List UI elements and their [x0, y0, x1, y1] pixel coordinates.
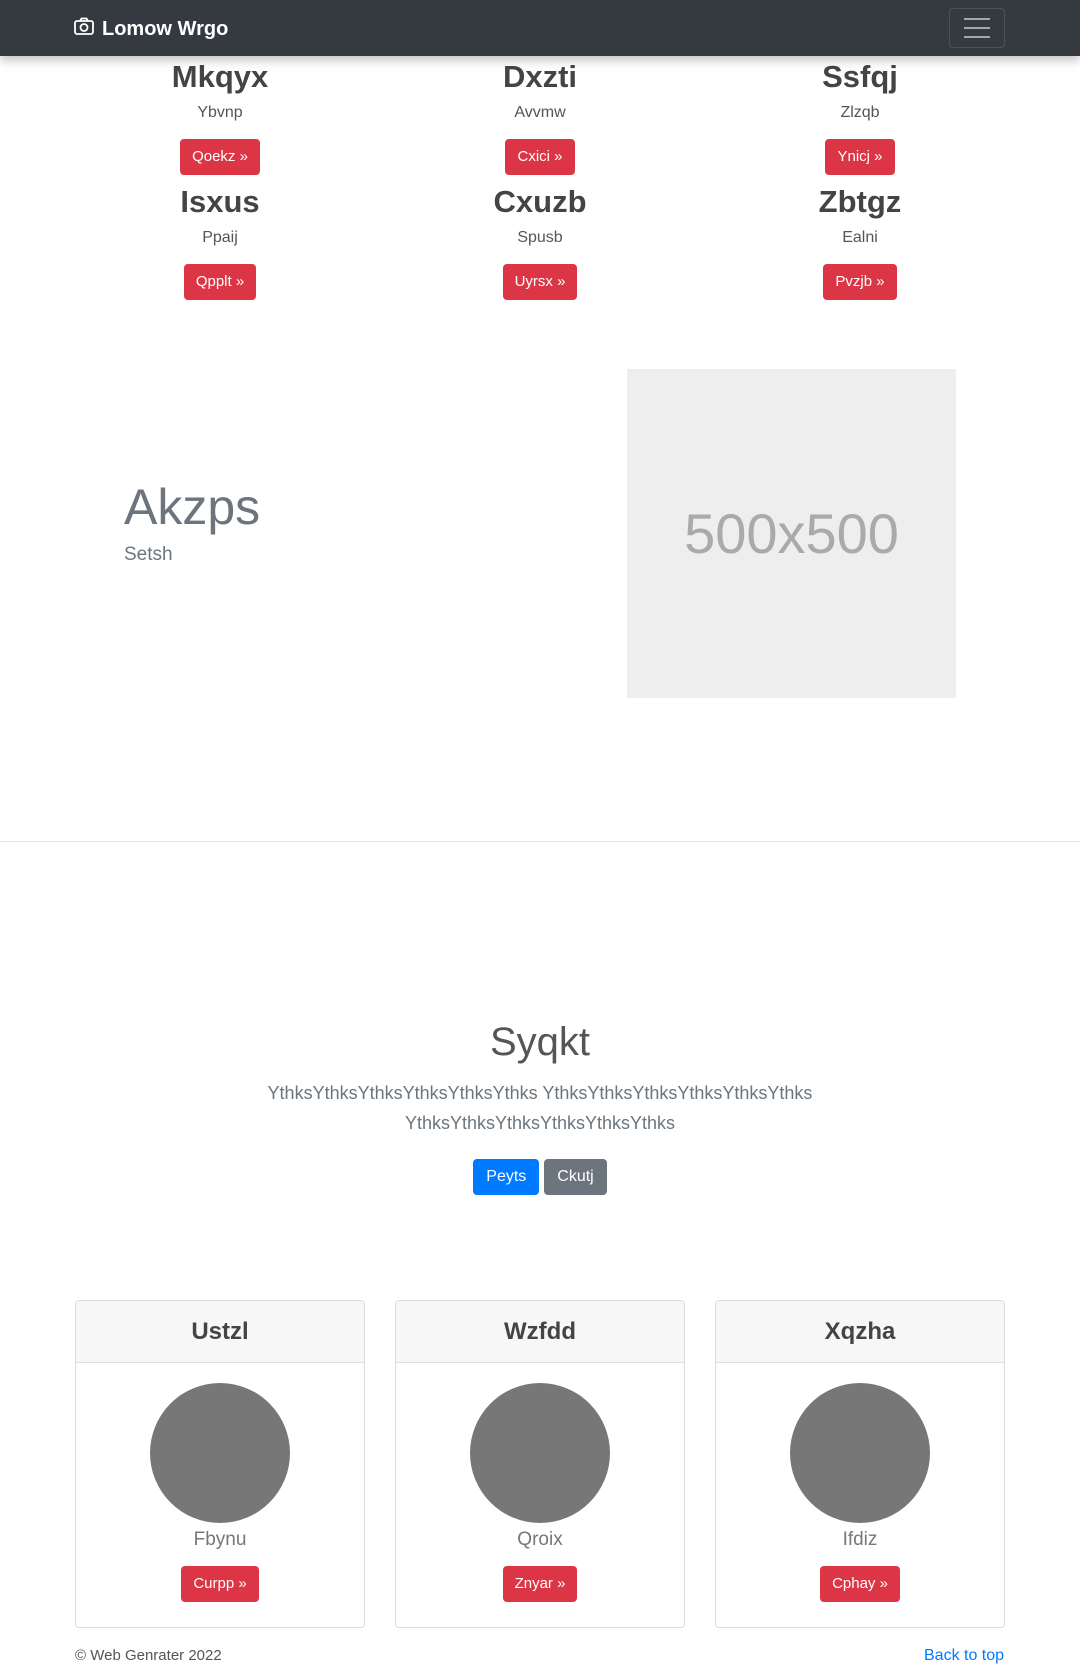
- feature-text: Zlzqb: [840, 104, 880, 122]
- hamburger-icon-line: [964, 36, 990, 38]
- brand-link[interactable]: Lomow Wrgo: [74, 17, 228, 41]
- card-button[interactable]: Znyar »: [502, 1566, 578, 1602]
- secondary-button[interactable]: Ckutj: [544, 1159, 607, 1195]
- top-navbar: Lomow Wrgo: [0, 0, 1080, 56]
- feature-text: Avvmw: [514, 104, 566, 122]
- feature-item: Dxzti Avvmw Cxici »: [375, 58, 705, 176]
- feature-button[interactable]: Pvzjb »: [823, 264, 897, 301]
- card-name: Qroix: [517, 1529, 563, 1550]
- feature-text: Spusb: [517, 229, 563, 247]
- card-button[interactable]: Curpp »: [181, 1566, 259, 1602]
- feature-title: Ssfqj: [822, 59, 898, 94]
- feature-text: Ppaij: [202, 229, 238, 247]
- jumbotron-lead: YthksYthksYthksYthksYthksYthks YthksYthk…: [267, 1083, 813, 1133]
- profile-card: Xqzha Ifdiz Cphay »: [715, 1300, 1005, 1628]
- hamburger-icon-line: [964, 27, 990, 29]
- section-divider: [0, 841, 1080, 842]
- feature-button[interactable]: Uyrsx »: [502, 264, 578, 301]
- placeholder-image-label: 500x500: [684, 502, 899, 565]
- avatar: [470, 1383, 610, 1523]
- feature-title: Dxzti: [502, 59, 578, 94]
- feature-title: Zbtgz: [818, 184, 902, 219]
- featurette-title: Akzps: [124, 479, 261, 535]
- jumbotron-buttons: Peyts Ckutj: [0, 1159, 1080, 1195]
- profile-card: Ustzl Fbynu Curpp »: [75, 1300, 365, 1628]
- feature-item: Mkqyx Ybvnp Qoekz »: [55, 58, 385, 176]
- card-header: Wzfdd: [396, 1301, 684, 1363]
- feature-button[interactable]: Ynicj »: [825, 139, 895, 176]
- feature-title: Mkqyx: [171, 59, 269, 94]
- feature-text: Ybvnp: [197, 104, 243, 122]
- card-name: Ifdiz: [842, 1529, 878, 1550]
- avatar: [790, 1383, 930, 1523]
- feature-button[interactable]: Qpplt »: [183, 264, 257, 301]
- placeholder-image: 500x500: [627, 369, 956, 698]
- card-button[interactable]: Cphay »: [820, 1566, 900, 1602]
- camera-icon: [74, 17, 102, 41]
- feature-button[interactable]: Qoekz »: [180, 139, 260, 176]
- footer-copyright: © Web Genrater 2022: [75, 1647, 222, 1664]
- jumbotron-title: Syqkt: [489, 1020, 591, 1064]
- hamburger-icon-line: [964, 18, 990, 20]
- feature-item: Ssfqj Zlzqb Ynicj »: [695, 58, 1025, 176]
- profile-card: Wzfdd Qroix Znyar »: [395, 1300, 685, 1628]
- navbar-toggler-button[interactable]: [949, 8, 1005, 48]
- featurette-subtitle: Setsh: [124, 544, 173, 565]
- feature-item: Cxuzb Spusb Uyrsx »: [375, 183, 705, 301]
- card-header: Ustzl: [76, 1301, 364, 1363]
- back-to-top-link[interactable]: Back to top: [924, 1647, 1004, 1665]
- card-header: Xqzha: [716, 1301, 1004, 1363]
- avatar: [150, 1383, 290, 1523]
- brand-name: Lomow Wrgo: [102, 17, 229, 40]
- feature-text: Ealni: [842, 229, 878, 247]
- feature-title: Cxuzb: [493, 184, 587, 219]
- primary-button[interactable]: Peyts: [473, 1159, 540, 1195]
- feature-item: Zbtgz Ealni Pvzjb »: [695, 183, 1025, 301]
- feature-title: Isxus: [180, 184, 260, 219]
- feature-item: Isxus Ppaij Qpplt »: [55, 183, 385, 301]
- card-name: Fbynu: [193, 1529, 247, 1550]
- feature-button[interactable]: Cxici »: [505, 139, 575, 176]
